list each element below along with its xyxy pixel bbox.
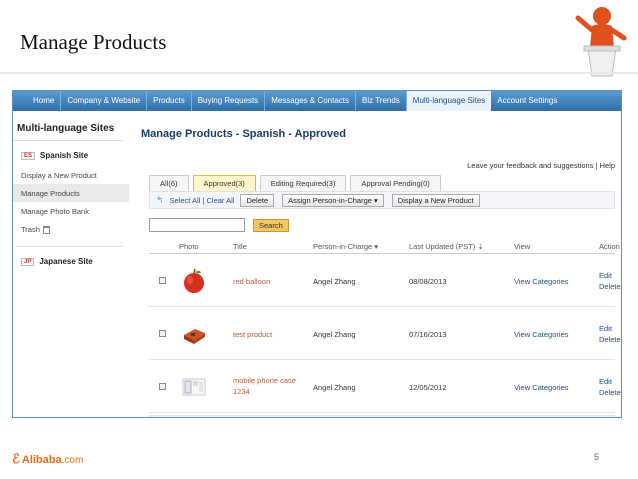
column-last-updated[interactable]: Last Updated (PST) ⇣: [409, 242, 484, 251]
last-updated: 08/08/2013: [409, 277, 447, 286]
sidebar-item-label: Japanese Site: [39, 257, 93, 267]
sidebar-heading: Multi-language Sites: [13, 111, 123, 141]
person-in-charge: Angel Zhang: [313, 330, 356, 339]
bottom-toolbar: ↰ Select All | Clear All Delete Assign P…: [149, 415, 615, 419]
view-categories-link[interactable]: View Categories: [514, 277, 568, 286]
page-size-30[interactable]: 30: [571, 418, 589, 419]
view-categories-link[interactable]: View Categories: [514, 330, 568, 339]
tab-approval-pending[interactable]: Approval Pending(0): [350, 175, 441, 191]
japan-flag-icon: JP: [21, 257, 35, 266]
nav-account-settings[interactable]: Account Settings: [491, 91, 563, 111]
sidebar-item-label: Spanish Site: [40, 151, 89, 160]
product-title-link[interactable]: mobile phone case 1234: [233, 375, 305, 397]
status-tabs: All(6) Approved(3) Editing Required(3) A…: [149, 175, 445, 191]
nav-messages-contacts[interactable]: Messages & Contacts: [265, 91, 356, 111]
row-checkbox[interactable]: [159, 383, 166, 390]
sidebar-item-japanese-site[interactable]: JP Japanese Site: [13, 247, 129, 272]
nav-buying-requests[interactable]: Buying Requests: [192, 91, 266, 111]
logo-text: Alibaba: [21, 454, 62, 466]
sidebar-item-manage-products[interactable]: Manage Products: [13, 184, 129, 202]
edit-link[interactable]: Edit: [599, 271, 612, 280]
column-title: Title: [233, 242, 247, 251]
sidebar-item-label: Trash: [21, 225, 40, 234]
brick-photo-icon: [184, 329, 205, 344]
row-checkbox[interactable]: [159, 330, 166, 337]
alibaba-logo: ℰ Alibaba.com: [12, 451, 83, 467]
table-header: Photo Title Person-in-Charge ▾ Last Upda…: [149, 240, 620, 254]
table-row: test product Angel Zhang 07/16/2013 View…: [149, 308, 621, 360]
slide-title: Manage Products: [20, 30, 167, 54]
delete-button[interactable]: Delete: [240, 418, 274, 419]
column-person-in-charge[interactable]: Person-in-Charge ▾: [313, 242, 378, 251]
sidebar: Multi-language Sites ES Spanish Site Dis…: [13, 111, 129, 417]
assign-person-dropdown[interactable]: Assign Person-in-Charge ▾: [282, 418, 384, 419]
tab-editing-required[interactable]: Editing Required(3): [259, 175, 347, 191]
page-size-10[interactable]: 10: [551, 418, 569, 419]
delete-link[interactable]: Delete: [599, 282, 621, 291]
assign-person-dropdown[interactable]: Assign Person-in-Charge ▾: [282, 193, 384, 207]
delete-link[interactable]: Delete: [599, 335, 621, 344]
delete-link[interactable]: Delete: [599, 388, 621, 397]
column-action: Action: [599, 242, 620, 251]
sidebar-item-manage-photo-bank[interactable]: Manage Photo Bank: [13, 202, 129, 220]
nav-home[interactable]: Home: [27, 91, 62, 111]
main-panel: Manage Products - Spanish - Approved Lea…: [141, 111, 621, 417]
presenter-figure-icon: [575, 7, 627, 77]
edit-link[interactable]: Edit: [599, 377, 612, 386]
tab-approved[interactable]: Approved(3): [192, 175, 256, 191]
product-title-link[interactable]: red balloon: [233, 277, 270, 286]
view-categories-link[interactable]: View Categories: [514, 383, 568, 392]
app-window: Home Company & Website Products Buying R…: [12, 90, 622, 418]
table-row: red balloon Angel Zhang 08/08/2013 View …: [149, 255, 621, 307]
last-updated: 07/16/2013: [409, 330, 447, 339]
table-row: mobile phone case 1234 Angel Zhang 12/05…: [149, 361, 621, 413]
nav-products[interactable]: Products: [147, 91, 192, 111]
column-photo: Photo: [179, 242, 199, 251]
spain-flag-icon: ES: [21, 151, 36, 160]
person-in-charge: Angel Zhang: [313, 277, 356, 286]
sidebar-item-trash[interactable]: Trash: [13, 220, 129, 238]
phone-case-photo-icon: [182, 378, 206, 396]
page-title: Manage Products - Spanish - Approved: [141, 128, 346, 140]
page-number: 5: [594, 452, 600, 462]
feedback-link[interactable]: Leave your feedback and suggestions | He…: [467, 161, 615, 170]
sidebar-item-spanish-site[interactable]: ES Spanish Site: [13, 141, 129, 166]
search-input[interactable]: [149, 218, 245, 232]
sidebar-item-display-new-product[interactable]: Display a New Product: [13, 166, 129, 184]
page-size-50[interactable]: 50: [592, 418, 610, 419]
display-new-product-button[interactable]: Display a New Product: [392, 418, 480, 419]
nav-multi-language-sites[interactable]: Multi-language Sites: [406, 91, 492, 111]
person-in-charge: Angel Zhang: [313, 383, 356, 392]
delete-button[interactable]: Delete: [240, 193, 275, 207]
edit-link[interactable]: Edit: [599, 324, 612, 333]
last-updated: 12/05/2012: [409, 383, 447, 392]
select-arrow-icon: ↰: [156, 194, 164, 205]
trash-icon: [42, 226, 50, 235]
top-nav: Home Company & Website Products Buying R…: [13, 91, 621, 111]
page-size-selector: 10 30 50: [549, 418, 610, 419]
logo-suffix: .com: [61, 455, 84, 466]
nav-biz-trends[interactable]: Biz Trends: [356, 91, 407, 111]
row-checkbox[interactable]: [159, 277, 166, 284]
product-title-link[interactable]: test product: [233, 330, 272, 339]
apple-photo-icon: [184, 268, 204, 293]
top-toolbar: ↰ Select All | Clear All Delete Assign P…: [149, 191, 615, 209]
slide-divider: [0, 72, 638, 74]
column-view: View: [514, 242, 531, 251]
nav-company-website[interactable]: Company & Website: [61, 91, 148, 111]
tab-all[interactable]: All(6): [149, 175, 189, 191]
select-all-link[interactable]: Select All | Clear All: [170, 196, 235, 205]
search-bar: Search: [149, 218, 289, 232]
search-button[interactable]: Search: [253, 218, 289, 232]
alibaba-logo-icon: ℰ: [12, 451, 20, 466]
display-new-product-button[interactable]: Display a New Product: [391, 193, 480, 207]
